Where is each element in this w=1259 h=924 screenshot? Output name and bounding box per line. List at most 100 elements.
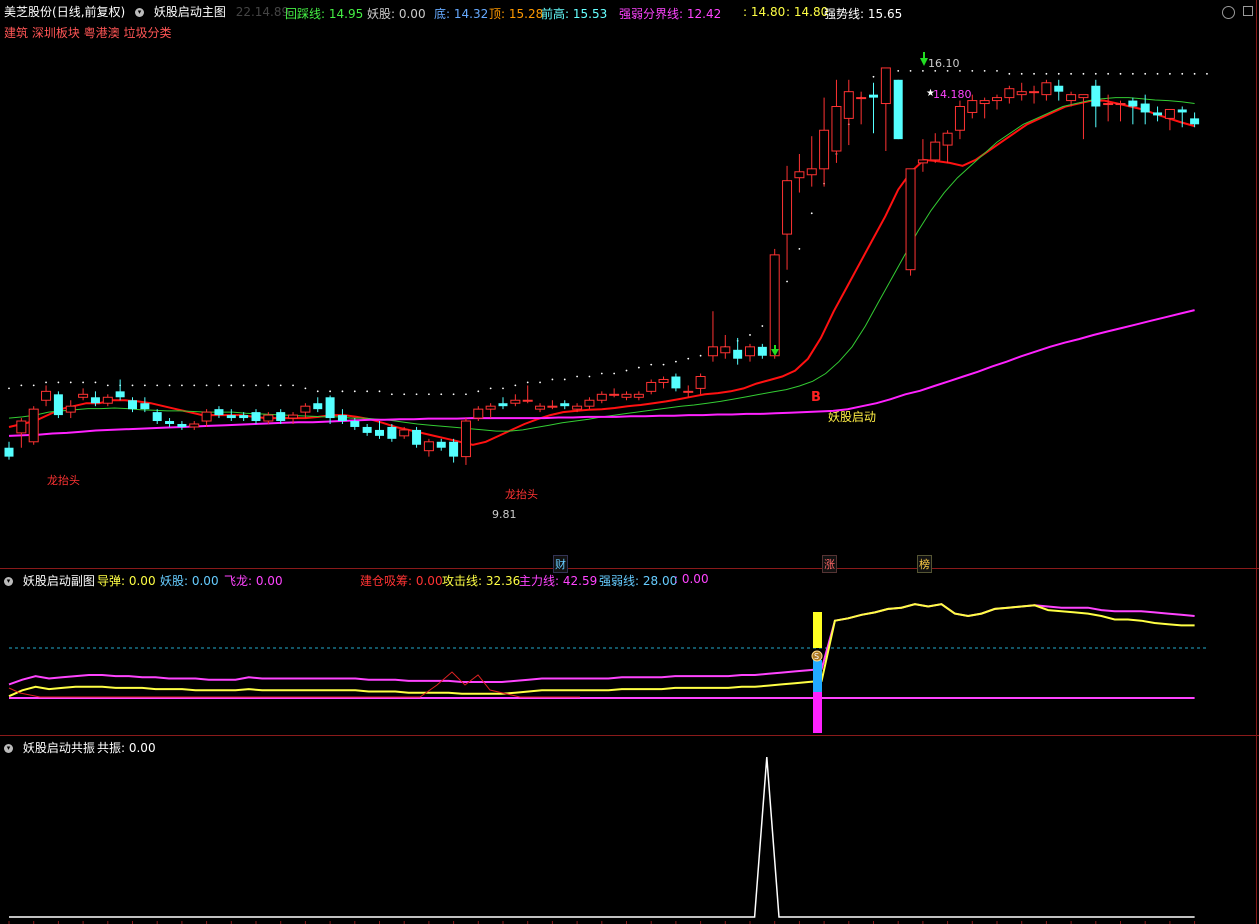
strong-line-dot [576,375,578,378]
strong-line-dot [761,325,764,327]
strong-line-dot [230,384,233,387]
candle-body [115,391,125,398]
candle-body [658,378,669,383]
strong-line-dot [366,390,369,393]
strong-line-dot [1206,72,1208,75]
candle-body [412,429,422,445]
strong-line-dot [32,384,35,387]
candle-body [1103,103,1114,106]
candle-body [387,426,397,439]
candle-body [671,376,681,389]
star-icon: ★ [926,88,935,99]
strong-line-dot [625,369,628,372]
candle-body [189,423,200,428]
candle-body [1041,82,1052,96]
signal-bar-magenta [813,692,822,733]
candle-body [1091,85,1101,107]
candle-body [794,171,805,179]
candle-body [201,411,212,422]
candle-body [313,403,323,410]
candle-body [596,393,607,401]
strong-line-dot [1193,72,1196,75]
strong-line-dot [1169,72,1171,75]
candle-body [4,447,14,457]
strong-line-dot [428,393,430,396]
candle-body [375,429,384,436]
candle-body [53,394,63,416]
candle-body [806,168,817,176]
candle-body [819,129,830,170]
signal-bar-yellow [813,612,822,648]
candle-body [90,397,100,404]
strong-line-dot [1181,72,1184,75]
strong-line-dot [329,390,331,393]
chart-svg[interactable]: ★S [0,0,1259,924]
candle-body [893,79,903,140]
strong-line-dot [983,69,986,72]
candle-body [621,393,632,398]
candle-body [16,420,27,434]
candle-body [510,399,521,404]
signal-bar-blue [813,660,822,692]
candle-body [733,349,743,359]
strong-line-dot [390,393,393,396]
candle-body [942,132,953,146]
strong-line-dot [1107,72,1110,75]
candle-body [869,94,878,98]
strong-line-dot [304,387,307,390]
resonance-line [9,756,1195,918]
candle-body [140,403,150,410]
strong-line-dot [378,390,381,393]
s-marker-label: S [814,652,819,661]
strong-line-dot [255,384,257,387]
sub1-line-1 [8,603,1195,698]
strong-line-dot [292,384,294,387]
strong-line-dot [477,390,480,393]
candle-body [165,421,175,424]
candle-body [745,346,755,357]
strong-line-dot [675,360,677,363]
candle-body [954,106,965,131]
candle-body [992,97,1002,102]
candle-body [41,390,52,401]
candle-body [177,423,187,427]
strong-line-dot [563,378,566,381]
candle-body [1078,94,1089,99]
candle-body [449,441,459,457]
candle-body [1066,94,1077,102]
strong-line-dot [687,357,690,360]
candle-body [979,100,990,105]
strong-line-dot [452,393,455,396]
candle-body [1016,91,1027,96]
strong-line-dot [971,69,974,72]
candle-body [1115,103,1126,106]
candle-body [325,397,335,419]
candle-body [300,405,311,413]
strong-line-dot [600,372,603,375]
strong-line-dot [218,384,220,387]
candle-body [276,412,286,422]
candle-body [263,414,274,422]
strong-line-dot [143,384,146,387]
candle-body [1153,112,1163,116]
candle-body [905,168,916,271]
candle-body [843,91,854,119]
strong-line-dot [181,384,183,387]
strong-line-dot [1057,72,1060,75]
candle-body [572,405,583,410]
candle-body [78,393,89,398]
candle-body [683,390,694,393]
strong-line-dot [613,372,616,375]
candle-body [609,393,620,396]
sub1-line-0 [8,603,1195,686]
strong-line-dot [699,354,702,357]
strong-line-dot [353,390,356,393]
candle-body [1128,100,1138,107]
strong-line-dot [588,375,591,378]
candle-body [917,159,928,164]
candle-body [1140,103,1150,113]
strong-line-dot [539,381,541,384]
strong-line-dot [242,384,245,387]
candle-body [485,405,496,410]
candle-body [214,409,224,416]
